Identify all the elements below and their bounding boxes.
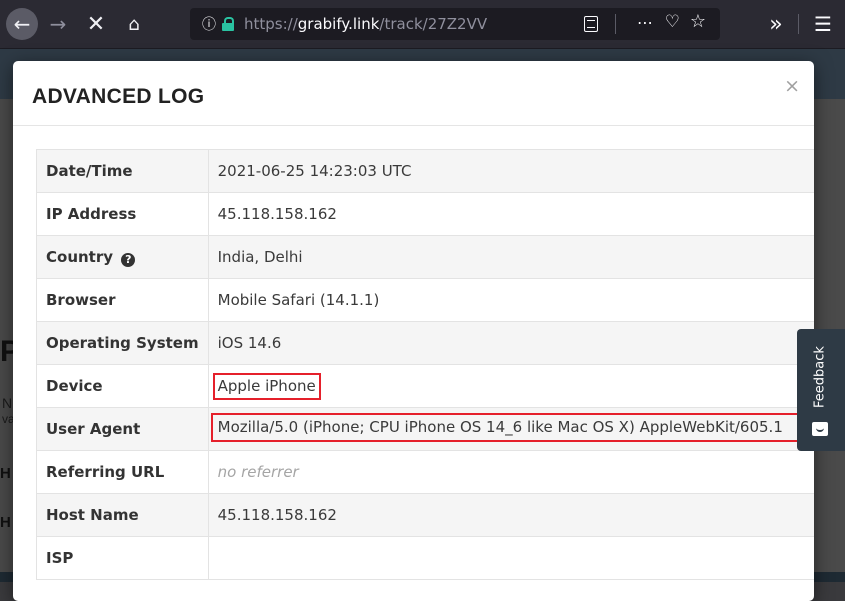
toolbar-divider bbox=[798, 14, 799, 34]
hamburger-menu-icon[interactable]: ☰ bbox=[808, 8, 838, 40]
row-label: Referring URL bbox=[36, 450, 209, 494]
table-row: Host Name 45.118.158.162 bbox=[36, 493, 814, 537]
pocket-icon[interactable]: ♡ bbox=[665, 12, 680, 32]
table-row: IP Address 45.118.158.162 bbox=[36, 192, 814, 236]
info-icon[interactable]: ⓘ bbox=[202, 14, 216, 34]
background-heading-fragment: H bbox=[0, 514, 11, 531]
row-label: Browser bbox=[36, 278, 209, 322]
advanced-log-modal: ADVANCED LOG × Date/Time 2021-06-25 14:2… bbox=[13, 61, 814, 601]
log-table: Date/Time 2021-06-25 14:23:03 UTC IP Add… bbox=[36, 149, 814, 580]
overflow-chevron-icon[interactable]: » bbox=[760, 8, 792, 40]
row-value bbox=[207, 536, 814, 580]
row-label: Device bbox=[36, 364, 209, 408]
table-row: Browser Mobile Safari (14.1.1) bbox=[36, 278, 814, 322]
url-host: grabify.link bbox=[297, 15, 380, 33]
table-row: ISP bbox=[36, 536, 814, 580]
row-value: India, Delhi bbox=[207, 235, 814, 279]
question-circle-icon[interactable]: ? bbox=[121, 252, 136, 267]
lock-icon[interactable] bbox=[222, 17, 234, 31]
user-agent-value-highlighted: Mozilla/5.0 (iPhone; CPU iPhone OS 14_6 … bbox=[210, 412, 807, 442]
row-value: 45.118.158.162 bbox=[207, 192, 814, 236]
row-label: ISP bbox=[36, 536, 209, 580]
close-icon[interactable]: × bbox=[784, 75, 800, 97]
urlbar-divider bbox=[615, 14, 616, 34]
modal-header: ADVANCED LOG × bbox=[13, 61, 814, 126]
feedback-label: Feedback bbox=[812, 346, 828, 408]
more-icon[interactable]: ⋯ bbox=[637, 13, 654, 32]
row-label: User Agent bbox=[36, 407, 209, 451]
row-value: iOS 14.6 bbox=[207, 321, 814, 365]
url-text[interactable]: https://grabify.link/track/27Z2VV bbox=[244, 15, 487, 33]
row-value-cell: Mozilla/5.0 (iPhone; CPU iPhone OS 14_6 … bbox=[207, 407, 814, 451]
reader-view-icon[interactable] bbox=[584, 16, 598, 32]
url-path: /track/27Z2VV bbox=[379, 15, 488, 33]
device-value-highlighted: Apple iPhone bbox=[212, 372, 321, 400]
background-text-fragment: N bbox=[2, 395, 13, 411]
row-label: Host Name bbox=[36, 493, 209, 537]
feedback-smile-icon bbox=[812, 422, 828, 436]
row-value: Mobile Safari (14.1.1) bbox=[207, 278, 814, 322]
back-arrow-icon[interactable]: ← bbox=[6, 8, 38, 40]
row-value: 45.118.158.162 bbox=[207, 493, 814, 537]
row-value-cell: Apple iPhone bbox=[207, 364, 814, 408]
bookmark-star-icon[interactable]: ☆ bbox=[690, 11, 706, 32]
row-label: IP Address bbox=[36, 192, 209, 236]
modal-title: ADVANCED LOG bbox=[32, 85, 205, 108]
row-value: no referrer bbox=[207, 450, 814, 494]
row-value: 2021-06-25 14:23:03 UTC bbox=[207, 149, 814, 193]
url-prefix: https:// bbox=[244, 15, 298, 33]
background-heading-fragment: H bbox=[0, 465, 11, 482]
table-row: Country ? India, Delhi bbox=[36, 235, 814, 279]
address-bar[interactable]: ⓘ https://grabify.link/track/27Z2VV ⋯ ♡ … bbox=[190, 8, 720, 40]
browser-toolbar: ← → ✕ ⌂ ⓘ https://grabify.link/track/27Z… bbox=[0, 0, 845, 49]
table-row: Date/Time 2021-06-25 14:23:03 UTC bbox=[36, 149, 814, 193]
table-row: Device Apple iPhone bbox=[36, 364, 814, 408]
row-label: Operating System bbox=[36, 321, 209, 365]
forward-arrow-icon[interactable]: → bbox=[44, 8, 72, 40]
stop-icon[interactable]: ✕ bbox=[82, 8, 110, 40]
home-icon[interactable]: ⌂ bbox=[120, 8, 148, 40]
table-row: Operating System iOS 14.6 bbox=[36, 321, 814, 365]
row-label-country: Country ? bbox=[36, 235, 209, 279]
table-row: Referring URL no referrer bbox=[36, 450, 814, 494]
table-row: User Agent Mozilla/5.0 (iPhone; CPU iPho… bbox=[36, 407, 814, 451]
feedback-button[interactable]: Feedback bbox=[797, 329, 845, 451]
row-label: Country bbox=[46, 247, 114, 266]
row-label: Date/Time bbox=[36, 149, 209, 193]
